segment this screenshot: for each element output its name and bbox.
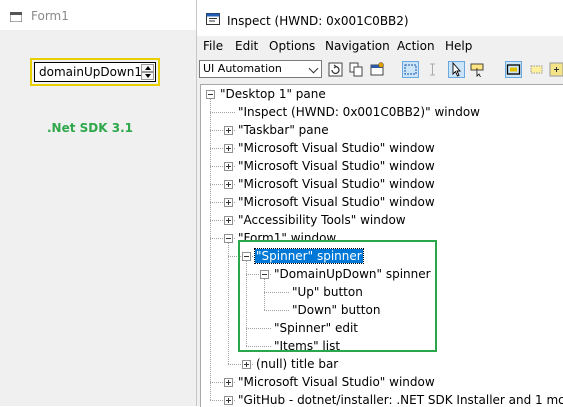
tree-connector xyxy=(246,346,271,347)
menu-navigation[interactable]: Navigation xyxy=(325,39,390,53)
collapse-icon[interactable] xyxy=(206,90,215,99)
tree-item[interactable]: "Microsoft Visual Studio" window xyxy=(237,194,436,210)
tree-item[interactable]: "Spinner" edit xyxy=(273,320,359,336)
arrow-up-icon xyxy=(145,66,151,70)
tree-item[interactable]: "Inspect (HWND: 0x001C0BB2)" window xyxy=(237,104,481,120)
expand-icon[interactable] xyxy=(224,180,233,189)
focus-highlight-frame: domainUpDown1 xyxy=(30,58,160,86)
expand-icon[interactable] xyxy=(224,378,233,387)
expand-icon[interactable] xyxy=(224,198,233,207)
inspect-app-icon xyxy=(206,13,220,25)
spin-up-button[interactable] xyxy=(141,64,154,72)
tree-item-label: "Microsoft Visual Studio" window xyxy=(238,375,435,389)
tree-item[interactable]: "GitHub - dotnet/installer: .NET SDK Ins… xyxy=(237,392,563,407)
tree-item-label: "Microsoft Visual Studio" window xyxy=(238,141,435,155)
tree-item-label: "Up" button xyxy=(292,285,363,299)
tree-item-label: "Down" button xyxy=(292,303,381,317)
inspect-title: Inspect (HWND: 0x001C0BB2) xyxy=(227,14,409,28)
mode-select[interactable]: UI Automation xyxy=(199,60,322,78)
tree-item-label: "Spinner" spinner xyxy=(254,248,364,264)
tree-connector xyxy=(246,260,247,346)
refresh-icon[interactable] xyxy=(328,62,343,77)
tree-item[interactable]: "Microsoft Visual Studio" window xyxy=(237,140,436,156)
collapse-icon[interactable] xyxy=(242,252,251,261)
tree-connector xyxy=(246,328,271,329)
inspect-title-bar[interactable]: Inspect (HWND: 0x001C0BB2) xyxy=(197,0,563,36)
hover-icon[interactable] xyxy=(470,62,485,77)
form1-title: Form1 xyxy=(31,9,69,23)
tree-item[interactable]: "Microsoft Visual Studio" window xyxy=(237,374,436,390)
highlight-button[interactable] xyxy=(505,61,522,78)
tree-connector xyxy=(228,242,229,364)
spin-down-button[interactable] xyxy=(141,72,154,80)
tree-item[interactable]: "Spinner" spinner xyxy=(254,248,364,264)
tree-item[interactable]: "Taskbar" pane xyxy=(237,122,330,138)
form1-window: Form1 domainUpDown1 .Net SDK 3.1 xyxy=(0,0,197,406)
dotted-yellow-icon[interactable] xyxy=(529,62,544,77)
menu-file[interactable]: File xyxy=(203,39,223,53)
tree-item[interactable]: "Up" button xyxy=(291,284,364,300)
toolbar: UI Automation xyxy=(197,58,563,82)
menu-bar: File Edit Options Navigation Action Help xyxy=(197,37,563,56)
collapse-icon[interactable] xyxy=(224,234,233,243)
expand-icon[interactable] xyxy=(549,62,563,77)
element-tree[interactable]: "Desktop 1" pane "Inspect (HWND: 0x001C0B… xyxy=(200,84,563,407)
menu-action[interactable]: Action xyxy=(397,39,435,53)
watch-cursor-button[interactable] xyxy=(448,61,465,78)
watch-focus-button[interactable] xyxy=(402,61,419,78)
arrow-down-icon xyxy=(145,74,151,78)
chevron-down-icon xyxy=(308,63,319,74)
expand-icon[interactable] xyxy=(224,216,233,225)
spin-buttons xyxy=(141,64,154,80)
tree-item-label: "DomainUpDown" spinner xyxy=(274,267,431,281)
tree-item-label: "Form1" window xyxy=(238,231,337,245)
expand-icon[interactable] xyxy=(242,360,251,369)
tree-item-label: "Microsoft Visual Studio" window xyxy=(238,195,435,209)
collapse-icon[interactable] xyxy=(260,270,269,279)
tree-item-label: "Desktop 1" pane xyxy=(220,87,326,101)
tree-item-label: "Microsoft Visual Studio" window xyxy=(238,177,435,191)
form-app-icon xyxy=(10,12,22,22)
tree-item[interactable]: "Microsoft Visual Studio" window xyxy=(237,176,436,192)
properties-icon[interactable] xyxy=(370,62,385,77)
tree-item-label: "Accessibility Tools" window xyxy=(238,213,406,227)
dotted-rectangle-icon xyxy=(404,64,417,75)
tree-item[interactable]: "Form1" window xyxy=(237,230,337,246)
tree-item[interactable]: "DomainUpDown" spinner xyxy=(273,266,432,282)
cursor-arrow-icon xyxy=(452,61,461,77)
copy-icon[interactable] xyxy=(349,62,364,77)
menu-options[interactable]: Options xyxy=(269,39,315,53)
domain-updown-control[interactable]: domainUpDown1 xyxy=(34,62,156,82)
tree-connector xyxy=(210,98,211,400)
tree-item-label: "Taskbar" pane xyxy=(238,123,329,137)
tree-item-label: "Microsoft Visual Studio" window xyxy=(238,159,435,173)
expand-icon[interactable] xyxy=(224,126,233,135)
tree-connector xyxy=(264,278,265,310)
tree-item[interactable]: (null) title bar xyxy=(255,356,339,372)
tree-connector xyxy=(210,112,235,113)
tree-item[interactable]: "Down" button xyxy=(291,302,381,318)
tree-connector xyxy=(264,310,289,311)
expand-icon[interactable] xyxy=(224,162,233,171)
caret-icon[interactable] xyxy=(425,62,440,77)
tree-item[interactable]: "Accessibility Tools" window xyxy=(237,212,407,228)
sdk-label: .Net SDK 3.1 xyxy=(47,121,133,135)
tree-item[interactable]: "Items" list xyxy=(273,338,341,354)
form1-title-bar[interactable]: Form1 xyxy=(0,0,196,30)
menu-help[interactable]: Help xyxy=(445,39,472,53)
tree-connector xyxy=(264,292,289,293)
expand-icon[interactable] xyxy=(224,396,233,405)
tree-item[interactable]: "Desktop 1" pane xyxy=(219,86,327,102)
tree-item-label: "GitHub - dotnet/installer: .NET SDK Ins… xyxy=(238,393,563,407)
mode-select-value: UI Automation xyxy=(203,62,282,75)
domain-updown-text[interactable]: domainUpDown1 xyxy=(39,65,142,79)
expand-icon[interactable] xyxy=(224,144,233,153)
highlight-rectangle-icon xyxy=(506,64,521,75)
tree-item[interactable]: "Microsoft Visual Studio" window xyxy=(237,158,436,174)
menu-edit[interactable]: Edit xyxy=(235,39,258,53)
tree-item-label: "Items" list xyxy=(274,339,341,353)
tree-item-label: (null) title bar xyxy=(256,357,339,371)
tree-item-label: "Inspect (HWND: 0x001C0BB2)" window xyxy=(238,105,480,119)
tree-item-label: "Spinner" edit xyxy=(274,321,358,335)
